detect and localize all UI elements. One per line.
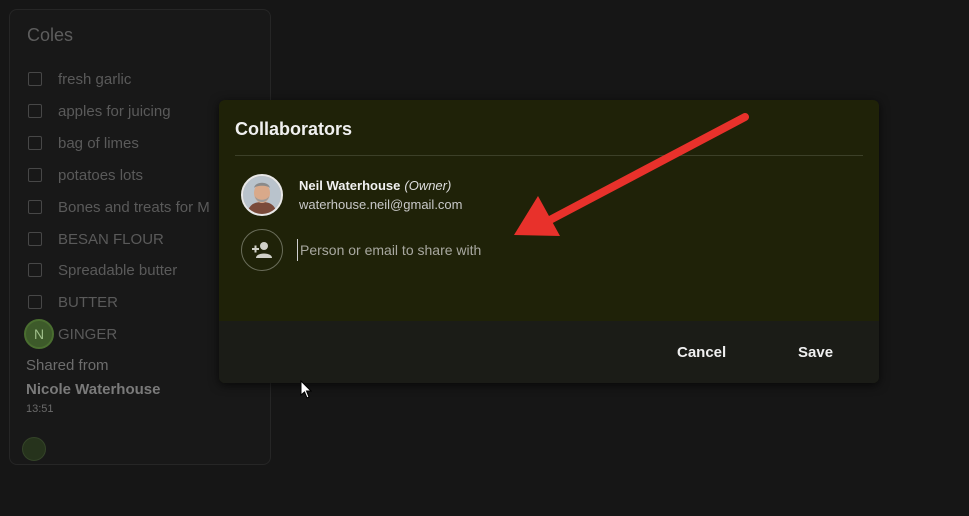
divider [235, 155, 863, 156]
collaborator-avatar[interactable]: N [24, 319, 54, 349]
note-list-item[interactable]: bag of limes [28, 133, 139, 153]
note-list-item[interactable]: fresh garlic [28, 69, 131, 89]
owner-role: (Owner) [404, 178, 452, 193]
item-label: potatoes lots [58, 166, 144, 184]
shared-from-name: Nicole Waterhouse [26, 381, 161, 398]
note-list-item[interactable]: Spreadable butter [28, 260, 177, 280]
item-label: fresh garlic [58, 70, 132, 88]
note-list-item[interactable]: Bones and treats for M [28, 197, 210, 217]
checkbox[interactable] [28, 168, 42, 182]
checkbox[interactable] [28, 104, 42, 118]
profile-photo-icon [243, 176, 281, 214]
owner-name: Neil Waterhouse (Owner) [299, 178, 451, 193]
dialog-title: Collaborators [235, 119, 353, 139]
screen: Coles fresh garlic apples for juicing ba… [0, 0, 969, 516]
item-label: apples for juicing [58, 102, 171, 120]
collaborator-icon[interactable] [22, 437, 46, 461]
collaborators-dialog: Collaborators Neil Waterhouse (Owner) wat… [219, 100, 879, 383]
person-add-icon [252, 242, 272, 258]
checkbox[interactable] [28, 136, 42, 150]
dialog-footer: Cancel Save [219, 321, 879, 383]
item-label: bag of limes [58, 134, 139, 152]
checkbox[interactable] [28, 263, 42, 277]
checkbox[interactable] [28, 295, 42, 309]
owner-avatar [241, 174, 283, 216]
checkbox[interactable] [28, 72, 42, 86]
checkbox[interactable] [28, 200, 42, 214]
item-label: BESAN FLOUR [58, 230, 164, 248]
item-label: GINGER [58, 325, 118, 343]
item-label: Bones and treats for M [58, 198, 210, 216]
note-list-item[interactable]: apples for juicing [28, 101, 171, 121]
item-label: BUTTER [58, 293, 118, 311]
cancel-button[interactable]: Cancel [671, 343, 732, 362]
share-email-input[interactable] [297, 239, 682, 261]
add-person-icon-wrap [241, 229, 283, 271]
item-label: Spreadable butter [58, 261, 178, 279]
note-list-item[interactable]: BUTTER [28, 292, 118, 312]
note-timestamp: 13:51 [26, 403, 54, 415]
owner-email: waterhouse.neil@gmail.com [299, 197, 463, 212]
shared-from-label: Shared from [26, 357, 109, 374]
mouse-cursor-icon [300, 380, 313, 399]
note-list-item[interactable]: BESAN FLOUR [28, 229, 164, 249]
note-list-item[interactable]: potatoes lots [28, 165, 143, 185]
owner-name-text: Neil Waterhouse [299, 178, 401, 193]
save-button[interactable]: Save [792, 343, 839, 362]
checkbox[interactable] [28, 232, 42, 246]
